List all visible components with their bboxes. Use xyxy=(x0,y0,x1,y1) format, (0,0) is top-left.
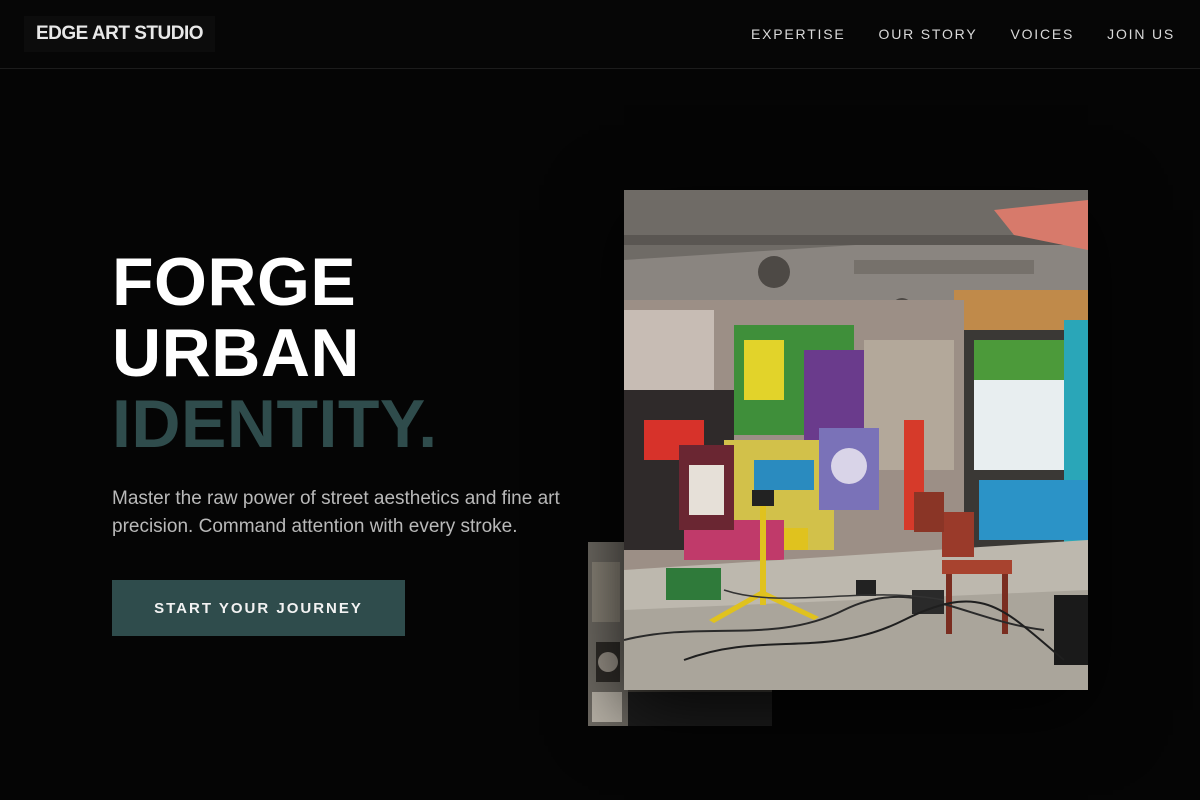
hero-title: FORGE URBAN IDENTITY. xyxy=(112,247,438,460)
nav-link-voices[interactable]: VOICES xyxy=(1010,25,1074,43)
hero-title-accent: IDENTITY. xyxy=(112,386,438,462)
main-nav: EXPERTISE OUR STORY VOICES JOIN US xyxy=(751,25,1175,43)
site-header: EDGE ART STUDIO EXPERTISE OUR STORY VOIC… xyxy=(0,0,1200,69)
graffiti-studio-photo xyxy=(624,190,1088,690)
hero-subtitle: Master the raw power of street aesthetic… xyxy=(112,488,560,537)
hero-title-line-2: URBAN xyxy=(112,315,361,391)
site-logo[interactable]: EDGE ART STUDIO xyxy=(24,16,216,52)
nav-link-our-story[interactable]: OUR STORY xyxy=(879,25,978,43)
nav-link-expertise[interactable]: EXPERTISE xyxy=(751,25,846,43)
start-journey-button[interactable]: START YOUR JOURNEY xyxy=(112,580,405,636)
hero-title-line-1: FORGE xyxy=(112,244,357,320)
nav-link-join-us[interactable]: JOIN US xyxy=(1107,25,1175,43)
